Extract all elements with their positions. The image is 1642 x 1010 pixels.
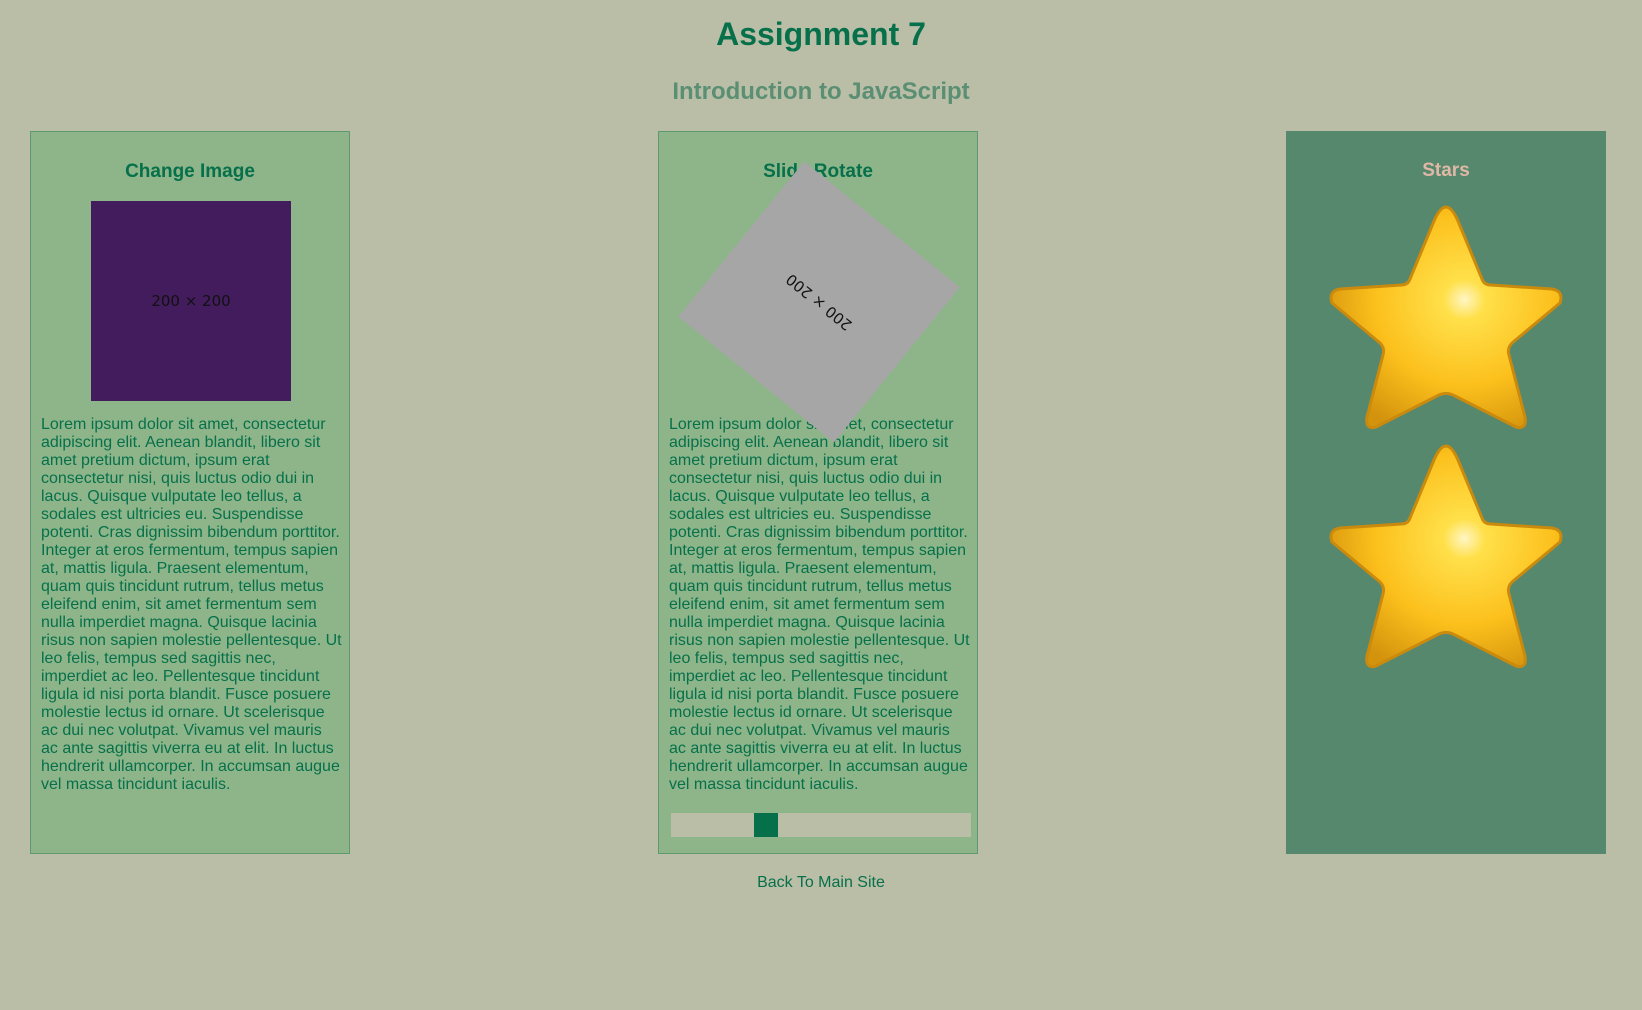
page-subtitle: Introduction to JavaScript — [672, 78, 970, 105]
rotate-slider[interactable] — [671, 813, 971, 837]
image-size-label: 200 × 200 — [782, 270, 856, 334]
page-title: Assignment 7 — [716, 16, 926, 52]
stars-title: Stars — [1422, 160, 1470, 181]
back-to-main-link[interactable]: Back To Main Site — [0, 874, 1642, 892]
change-image-text: Lorem ipsum dolor sit amet, consectetur … — [41, 416, 342, 793]
stars-panel: Stars — [1286, 131, 1606, 854]
change-image-title: Change Image — [125, 161, 255, 182]
image-size-label: 200 × 200 — [151, 292, 231, 310]
change-image-panel: Change Image 200 × 200 Lorem ipsum dolor… — [30, 131, 350, 854]
slide-rotate-panel: Slide Rotate Lorem ipsum dolor sit amet,… — [658, 131, 978, 854]
star-icon — [1329, 444, 1563, 668]
rotate-slider-thumb[interactable] — [754, 813, 778, 837]
slide-rotate-text: Lorem ipsum dolor sit amet, consectetur … — [669, 416, 970, 793]
change-image-placeholder[interactable]: 200 × 200 — [91, 201, 291, 401]
rotated-image-placeholder: 200 × 200 — [678, 161, 960, 443]
star-icon — [1329, 205, 1563, 429]
